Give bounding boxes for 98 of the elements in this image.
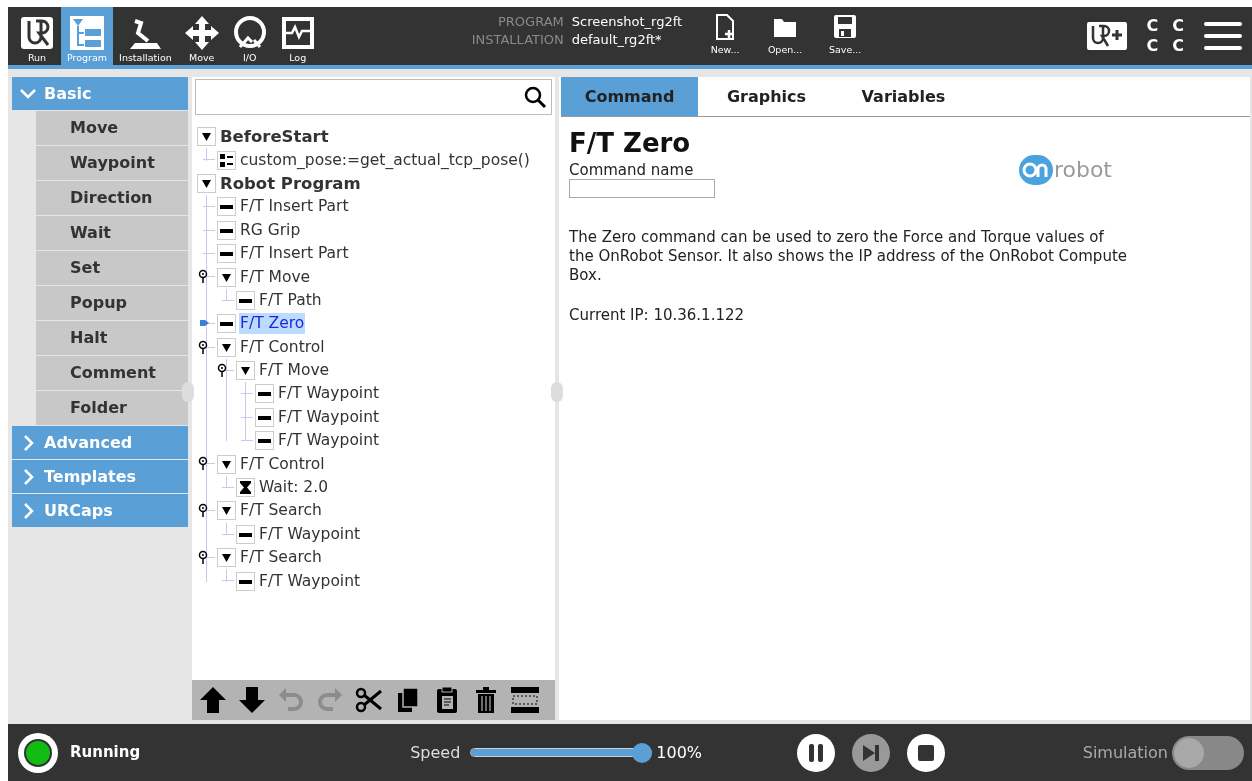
command-item[interactable]: Popup [36, 286, 188, 321]
command-item[interactable]: Direction [36, 181, 188, 216]
menu-icon[interactable] [1204, 20, 1242, 52]
io-circle-icon [231, 15, 268, 51]
installation-name: default_rg2ft* [571, 31, 663, 49]
assignment-node-icon [217, 150, 236, 170]
splitter-handle[interactable] [551, 382, 563, 402]
tree-node-label[interactable]: F/T Waypoint [277, 406, 381, 428]
nav-tab[interactable]: Move [177, 7, 226, 65]
nav-tab[interactable]: I/O [225, 7, 274, 65]
tree-node-label[interactable]: BeforeStart [219, 126, 330, 148]
command-node-icon [255, 384, 274, 404]
move-up-icon[interactable] [198, 685, 228, 715]
search-icon[interactable] [523, 85, 547, 109]
tree-node-label[interactable]: Wait: 2.0 [258, 477, 330, 499]
tree-node-label[interactable]: Robot Program [219, 172, 362, 194]
file-button[interactable]: Save... [824, 14, 867, 58]
speed-label: Speed [410, 741, 461, 764]
suppress-icon[interactable] [510, 685, 540, 715]
command-item[interactable]: Wait [36, 216, 188, 251]
command-node-icon [236, 571, 255, 591]
field-label: Command name [569, 161, 695, 179]
log-chart-icon [279, 15, 316, 51]
tree-node-label[interactable]: F/T Path [258, 289, 323, 311]
tree-node-label[interactable]: F/T Insert Part [239, 243, 350, 265]
command-item[interactable]: Folder [36, 391, 188, 426]
breakpoint-pin-icon[interactable] [198, 456, 208, 471]
command-title: F/T Zero [569, 127, 692, 159]
command-node-icon [255, 407, 274, 427]
breakpoint-pin-icon[interactable] [198, 550, 208, 565]
breakpoint-pin-icon[interactable] [198, 503, 208, 518]
hourglass-node-icon [236, 478, 255, 498]
program-name: Screenshot_rg2ft [571, 13, 683, 31]
command-node-icon [217, 197, 236, 217]
current-ip: Current IP: 10.36.1.122 [569, 305, 746, 326]
command-item[interactable]: Set [36, 251, 188, 286]
urcaps-logo-icon[interactable] [1086, 22, 1127, 50]
command-node-icon [217, 220, 236, 240]
program-label: PROGRAM [496, 13, 564, 31]
program-tree-icon [69, 15, 106, 51]
status-letter: C [1172, 16, 1184, 36]
command-node-icon [217, 314, 236, 334]
tree-node-label[interactable]: F/T Zero [239, 313, 306, 335]
breakpoint-pin-icon[interactable] [198, 339, 208, 354]
search-field[interactable] [195, 79, 552, 115]
splitter-handle[interactable] [182, 382, 194, 402]
command-item[interactable]: Comment [36, 356, 188, 391]
command-name-field[interactable] [569, 179, 715, 198]
command-node-icon [217, 244, 236, 264]
command-item[interactable]: Move [36, 111, 188, 146]
onrobot-mark-icon [1018, 154, 1053, 185]
simulation-label: Simulation [1082, 741, 1168, 764]
status-letter: C [1146, 36, 1159, 56]
tree-node-label[interactable]: F/T Waypoint [258, 570, 362, 592]
robot-logo-icon [19, 15, 55, 51]
command-node-icon [236, 290, 255, 310]
speed-slider[interactable] [470, 741, 653, 764]
file-button[interactable]: Open... [764, 14, 807, 58]
command-node-icon [236, 524, 255, 544]
move-arrows-icon [183, 15, 220, 51]
nav-tab[interactable]: Installation [113, 7, 178, 65]
tree-node-label[interactable]: F/T Search [239, 547, 323, 569]
command-item[interactable]: Halt [36, 321, 188, 356]
pause-icon [808, 743, 825, 762]
status-letter: C [1172, 36, 1184, 56]
command-item[interactable]: Waypoint [36, 146, 188, 181]
current-line-arrow-icon [200, 318, 210, 329]
tree-node-label[interactable]: F/T Insert Part [239, 196, 350, 218]
command-node-icon [255, 431, 274, 451]
status-letter: C [1146, 16, 1159, 36]
onrobot-logo: robot [1018, 153, 1112, 186]
installation-label: INSTALLATION [471, 31, 564, 49]
move-down-icon[interactable] [237, 685, 267, 715]
tree-node-label[interactable]: F/T Waypoint [277, 430, 381, 452]
tree-node-label[interactable]: F/T Waypoint [277, 383, 381, 405]
tree-node-label[interactable]: F/T Move [239, 266, 312, 288]
pause-button[interactable] [797, 733, 836, 772]
breakpoint-pin-icon[interactable] [217, 362, 227, 377]
file-button[interactable]: New... [704, 14, 747, 58]
robot-state: Running [70, 742, 141, 764]
nav-tab[interactable]: Log [273, 7, 322, 65]
stop-button[interactable] [907, 733, 946, 772]
tree-node-label[interactable]: F/T Move [258, 360, 331, 382]
breakpoint-pin-icon[interactable] [198, 269, 208, 284]
speed-reading: 100% [656, 741, 703, 764]
tree-node-label[interactable]: F/T Control [239, 336, 326, 358]
tree-node-label[interactable]: RG Grip [239, 219, 302, 241]
stop-icon [918, 744, 935, 761]
nav-tab[interactable]: Run [13, 7, 61, 65]
tree-node-label[interactable]: custom_pose:=get_actual_tcp_pose() [239, 149, 531, 171]
simulation-toggle[interactable] [1172, 735, 1244, 770]
command-description: The Zero command can be used to zero the Force and Torque values of the OnRobot Sensor. It also shows the IP address of the OnRobot Compute Box. [569, 228, 1128, 285]
tree-node-label[interactable]: F/T Search [239, 500, 323, 522]
panel-tab[interactable]: Command [561, 77, 698, 116]
step-forward-icon [862, 743, 881, 762]
tree-node-label[interactable]: F/T Control [239, 453, 326, 475]
tree-node-label[interactable]: F/T Waypoint [258, 523, 362, 545]
scissors-icon[interactable] [354, 685, 384, 715]
